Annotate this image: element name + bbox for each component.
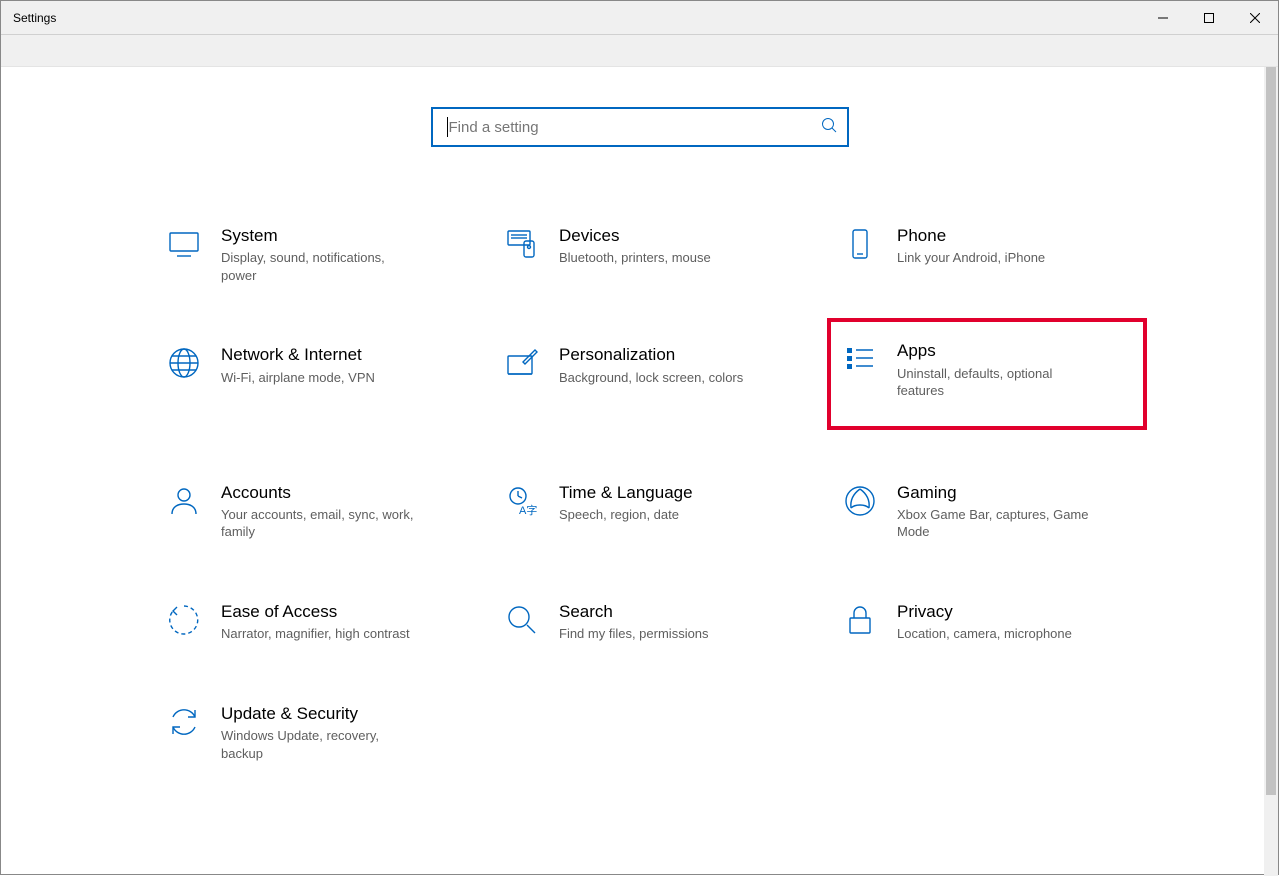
scrollbar-thumb[interactable]	[1266, 67, 1276, 795]
tile-desc: Find my files, permissions	[559, 625, 709, 643]
network-icon	[161, 344, 207, 380]
tile-gaming[interactable]: Gaming Xbox Game Bar, captures, Game Mod…	[827, 474, 1147, 549]
tile-title: Devices	[559, 225, 711, 246]
tile-desc: Location, camera, microphone	[897, 625, 1072, 643]
tile-title: Accounts	[221, 482, 417, 503]
search-icon	[821, 117, 837, 138]
tile-devices[interactable]: Devices Bluetooth, printers, mouse	[489, 217, 809, 292]
time-icon: A字	[499, 482, 545, 518]
tile-title: Network & Internet	[221, 344, 375, 365]
header-spacer	[1, 35, 1278, 67]
tile-title: Privacy	[897, 601, 1072, 622]
window-title: Settings	[1, 11, 56, 25]
tile-phone[interactable]: Phone Link your Android, iPhone	[827, 217, 1147, 292]
tile-title: Personalization	[559, 344, 743, 365]
tile-desc: Speech, region, date	[559, 506, 693, 524]
content-area: System Display, sound, notifications, po…	[1, 67, 1278, 876]
tile-title: System	[221, 225, 417, 246]
text-caret	[447, 117, 448, 137]
minimize-button[interactable]	[1140, 1, 1186, 34]
tile-desc: Link your Android, iPhone	[897, 249, 1045, 267]
svg-text:A字: A字	[519, 503, 537, 517]
personalization-icon	[499, 344, 545, 380]
tile-apps[interactable]: Apps Uninstall, defaults, optional featu…	[827, 318, 1147, 429]
update-icon	[161, 703, 207, 739]
ease-icon	[161, 601, 207, 637]
tile-desc: Windows Update, recovery, backup	[221, 727, 417, 762]
titlebar: Settings	[1, 1, 1278, 35]
tile-update[interactable]: Update & Security Windows Update, recove…	[151, 695, 471, 770]
search-box[interactable]	[431, 107, 849, 147]
tile-time[interactable]: A字 Time & Language Speech, region, date	[489, 474, 809, 549]
search-container	[1, 107, 1278, 147]
apps-icon	[837, 340, 883, 376]
tile-title: Ease of Access	[221, 601, 410, 622]
close-button[interactable]	[1232, 1, 1278, 34]
tile-desc: Wi-Fi, airplane mode, VPN	[221, 369, 375, 387]
tile-personalization[interactable]: Personalization Background, lock screen,…	[489, 336, 809, 429]
window-controls	[1140, 1, 1278, 34]
maximize-button[interactable]	[1186, 1, 1232, 34]
tile-desc: Display, sound, notifications, power	[221, 249, 417, 284]
tile-desc: Xbox Game Bar, captures, Game Mode	[897, 506, 1093, 541]
tile-search[interactable]: Search Find my files, permissions	[489, 593, 809, 651]
tile-desc: Background, lock screen, colors	[559, 369, 743, 387]
tile-network[interactable]: Network & Internet Wi-Fi, airplane mode,…	[151, 336, 471, 429]
tile-desc: Your accounts, email, sync, work, family	[221, 506, 417, 541]
tile-title: Update & Security	[221, 703, 417, 724]
tile-title: Gaming	[897, 482, 1093, 503]
tile-desc: Narrator, magnifier, high contrast	[221, 625, 410, 643]
tile-accounts[interactable]: Accounts Your accounts, email, sync, wor…	[151, 474, 471, 549]
tile-system[interactable]: System Display, sound, notifications, po…	[151, 217, 471, 292]
tile-title: Phone	[897, 225, 1045, 246]
phone-icon	[837, 225, 883, 261]
tile-ease[interactable]: Ease of Access Narrator, magnifier, high…	[151, 593, 471, 651]
categories-grid: System Display, sound, notifications, po…	[151, 217, 1161, 770]
tile-title: Apps	[897, 340, 1093, 361]
accounts-icon	[161, 482, 207, 518]
tile-privacy[interactable]: Privacy Location, camera, microphone	[827, 593, 1147, 651]
scrollbar[interactable]	[1264, 67, 1278, 876]
system-icon	[161, 225, 207, 261]
privacy-icon	[837, 601, 883, 637]
tile-desc: Bluetooth, printers, mouse	[559, 249, 711, 267]
search-input[interactable]	[447, 119, 821, 136]
devices-icon	[499, 225, 545, 261]
search-magnifier-icon	[499, 601, 545, 637]
gaming-icon	[837, 482, 883, 518]
tile-desc: Uninstall, defaults, optional features	[897, 365, 1093, 400]
tile-title: Time & Language	[559, 482, 693, 503]
tile-title: Search	[559, 601, 709, 622]
